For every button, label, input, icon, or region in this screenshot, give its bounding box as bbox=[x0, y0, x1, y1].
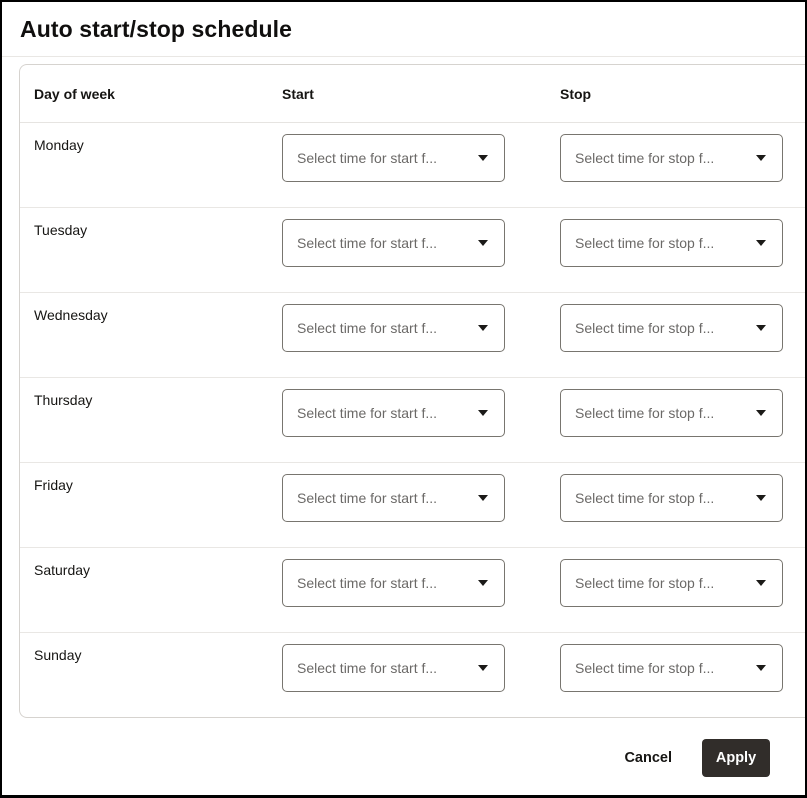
apply-button[interactable]: Apply bbox=[702, 739, 770, 777]
caret-down-icon bbox=[478, 240, 488, 246]
column-header-stop: Stop bbox=[560, 86, 807, 102]
stop-time-select[interactable]: Select time for stop f... bbox=[560, 474, 783, 522]
start-time-select[interactable]: Select time for start f... bbox=[282, 474, 505, 522]
stop-time-placeholder: Select time for stop f... bbox=[575, 320, 746, 336]
start-time-select[interactable]: Select time for start f... bbox=[282, 219, 505, 267]
caret-down-icon bbox=[756, 495, 766, 501]
caret-down-icon bbox=[478, 155, 488, 161]
start-time-select[interactable]: Select time for start f... bbox=[282, 559, 505, 607]
table-header-row: Day of week Start Stop bbox=[20, 65, 807, 123]
caret-down-icon bbox=[478, 665, 488, 671]
caret-down-icon bbox=[478, 410, 488, 416]
stop-time-placeholder: Select time for stop f... bbox=[575, 575, 746, 591]
start-time-select[interactable]: Select time for start f... bbox=[282, 304, 505, 352]
caret-down-icon bbox=[478, 495, 488, 501]
stop-time-select[interactable]: Select time for stop f... bbox=[560, 134, 783, 182]
stop-time-select[interactable]: Select time for stop f... bbox=[560, 644, 783, 692]
day-label: Tuesday bbox=[20, 208, 282, 292]
stop-time-select[interactable]: Select time for stop f... bbox=[560, 304, 783, 352]
dialog-footer: Cancel Apply bbox=[622, 739, 770, 777]
day-label: Saturday bbox=[20, 548, 282, 632]
schedule-row: Sunday Select time for start f... Select… bbox=[20, 633, 807, 717]
stop-time-select[interactable]: Select time for stop f... bbox=[560, 219, 783, 267]
caret-down-icon bbox=[756, 155, 766, 161]
day-label: Sunday bbox=[20, 633, 282, 717]
day-label: Monday bbox=[20, 123, 282, 207]
dialog-title: Auto start/stop schedule bbox=[20, 16, 292, 43]
dialog-header: Auto start/stop schedule bbox=[2, 2, 805, 57]
caret-down-icon bbox=[756, 665, 766, 671]
table-body: Monday Select time for start f... Select… bbox=[20, 123, 807, 717]
schedule-row: Thursday Select time for start f... Sele… bbox=[20, 378, 807, 463]
stop-time-placeholder: Select time for stop f... bbox=[575, 405, 746, 421]
caret-down-icon bbox=[756, 325, 766, 331]
column-header-start: Start bbox=[282, 86, 560, 102]
start-time-placeholder: Select time for start f... bbox=[297, 490, 468, 506]
start-time-placeholder: Select time for start f... bbox=[297, 320, 468, 336]
schedule-row: Tuesday Select time for start f... Selec… bbox=[20, 208, 807, 293]
caret-down-icon bbox=[756, 410, 766, 416]
stop-time-placeholder: Select time for stop f... bbox=[575, 235, 746, 251]
day-label: Wednesday bbox=[20, 293, 282, 377]
day-label: Friday bbox=[20, 463, 282, 547]
schedule-row: Friday Select time for start f... Select… bbox=[20, 463, 807, 548]
start-time-placeholder: Select time for start f... bbox=[297, 575, 468, 591]
caret-down-icon bbox=[756, 240, 766, 246]
start-time-select[interactable]: Select time for start f... bbox=[282, 644, 505, 692]
caret-down-icon bbox=[478, 580, 488, 586]
stop-time-select[interactable]: Select time for stop f... bbox=[560, 559, 783, 607]
caret-down-icon bbox=[756, 580, 766, 586]
start-time-placeholder: Select time for start f... bbox=[297, 235, 468, 251]
column-header-day-of-week: Day of week bbox=[20, 86, 282, 102]
schedule-row: Saturday Select time for start f... Sele… bbox=[20, 548, 807, 633]
start-time-placeholder: Select time for start f... bbox=[297, 150, 468, 166]
schedule-row: Monday Select time for start f... Select… bbox=[20, 123, 807, 208]
day-label: Thursday bbox=[20, 378, 282, 462]
caret-down-icon bbox=[478, 325, 488, 331]
start-time-select[interactable]: Select time for start f... bbox=[282, 134, 505, 182]
cancel-button[interactable]: Cancel bbox=[622, 742, 674, 774]
schedule-row: Wednesday Select time for start f... Sel… bbox=[20, 293, 807, 378]
start-time-placeholder: Select time for start f... bbox=[297, 660, 468, 676]
start-time-select[interactable]: Select time for start f... bbox=[282, 389, 505, 437]
start-time-placeholder: Select time for start f... bbox=[297, 405, 468, 421]
auto-start-stop-dialog: Auto start/stop schedule Day of week Sta… bbox=[0, 0, 807, 798]
stop-time-select[interactable]: Select time for stop f... bbox=[560, 389, 783, 437]
stop-time-placeholder: Select time for stop f... bbox=[575, 660, 746, 676]
stop-time-placeholder: Select time for stop f... bbox=[575, 150, 746, 166]
schedule-table: Day of week Start Stop Monday Select tim… bbox=[19, 64, 807, 718]
stop-time-placeholder: Select time for stop f... bbox=[575, 490, 746, 506]
